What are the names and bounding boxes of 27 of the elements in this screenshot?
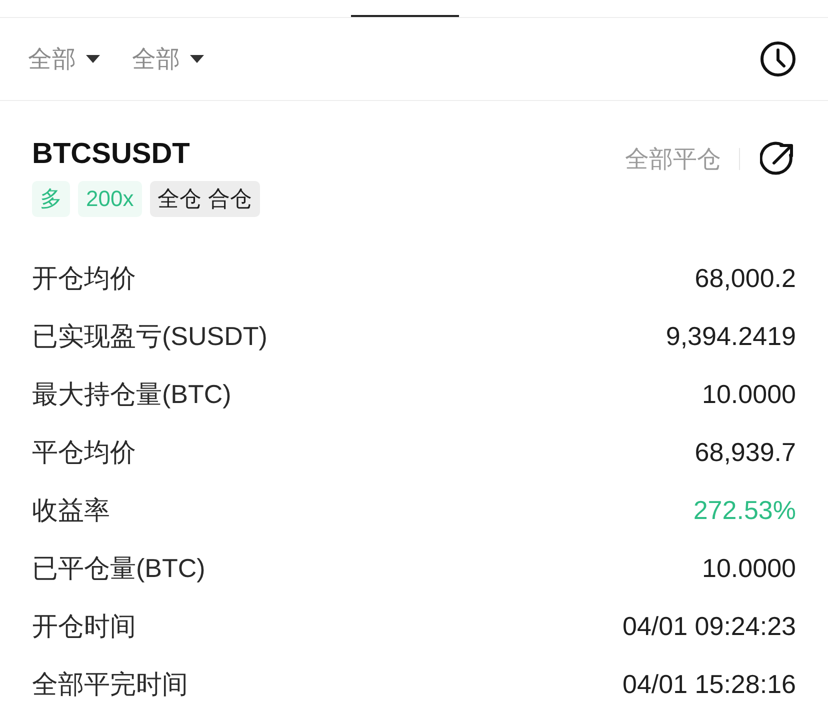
row-value: 272.53% [693, 494, 796, 526]
row-label: 已平仓量(BTC) [32, 552, 206, 584]
row-value: 10.0000 [702, 378, 796, 410]
row-value: 9,394.2419 [666, 320, 796, 352]
row-label: 平仓均价 [32, 436, 136, 468]
caret-icon [86, 55, 100, 63]
row-label: 最大持仓量(BTC) [32, 378, 232, 410]
tag: 200x [78, 181, 142, 217]
filter-dropdown[interactable]: 全部 [28, 43, 100, 75]
clock-icon[interactable] [760, 41, 796, 77]
row-label: 收益率 [32, 494, 110, 526]
share-icon[interactable] [760, 141, 796, 177]
row-label: 全部平完时间 [32, 668, 188, 700]
row-label: 已实现盈亏(SUSDT) [32, 320, 268, 352]
row-value: 10.0000 [702, 552, 796, 584]
row-value: 04/01 15:28:16 [622, 668, 796, 700]
row-label: 开仓时间 [32, 610, 136, 642]
row-label: 开仓均价 [32, 262, 136, 294]
tag: 全仓 合仓 [150, 181, 260, 217]
filter-dropdown[interactable]: 全部 [132, 43, 204, 75]
symbol-title: BTCSUSDT [32, 137, 191, 171]
row-value: 68,939.7 [694, 436, 796, 468]
row-value: 68,000.2 [694, 262, 796, 294]
row-value: 04/01 09:24:23 [622, 610, 796, 642]
close-all-link[interactable]: 全部平仓 [625, 143, 721, 175]
caret-icon [190, 55, 204, 63]
tag: 多 [32, 181, 70, 217]
